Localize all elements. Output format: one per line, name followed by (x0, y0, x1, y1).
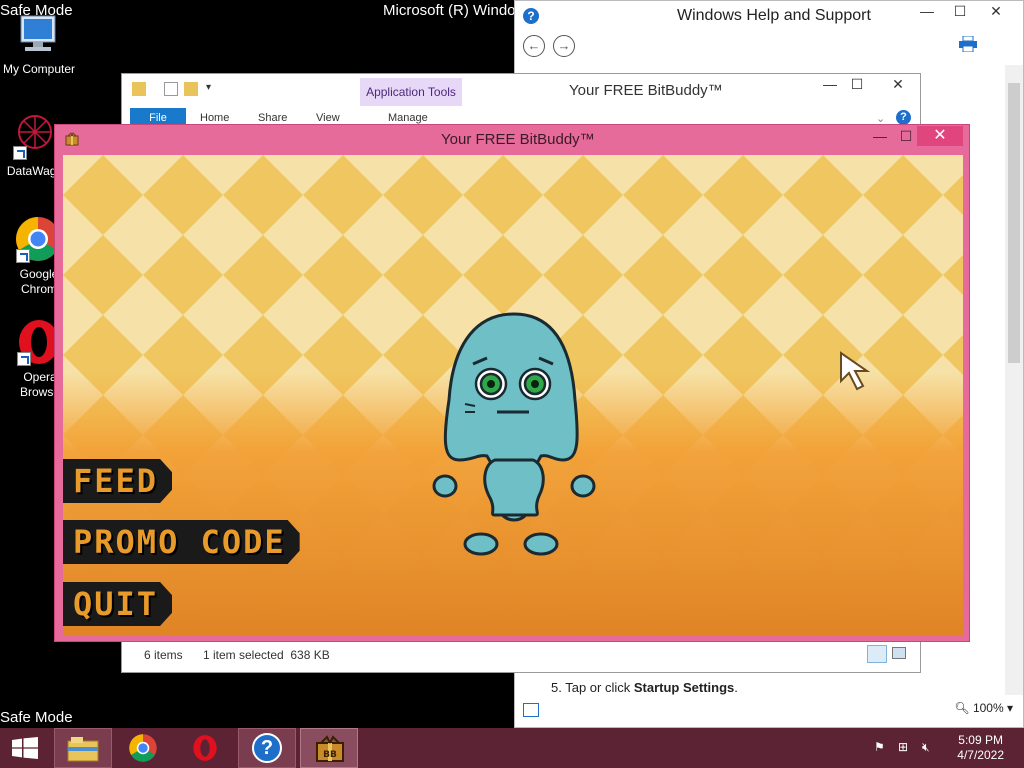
taskbar: ? BB ⚑ ⊞ 🔇︎ 5:09 PM 4/7/2022 (0, 728, 1024, 768)
volume-muted-icon[interactable]: 🔇︎ (922, 740, 936, 754)
shortcut-arrow-icon (17, 352, 31, 366)
details-view-icon[interactable] (867, 645, 887, 663)
svg-text:BB: BB (323, 750, 337, 760)
desktop-icon-label: Google Chrom (19, 267, 59, 296)
network-icon[interactable]: ⊞ (898, 740, 912, 754)
large-icons-view-icon[interactable] (892, 647, 906, 659)
taskbar-opera[interactable] (176, 728, 234, 768)
cursor-pointer-icon (840, 351, 871, 391)
tab-share[interactable]: Share (258, 112, 287, 124)
bitbuddy-character[interactable] (429, 310, 599, 562)
help-scrollbar[interactable] (1005, 65, 1023, 695)
game-canvas[interactable]: FEED PROMO CODE QUIT (63, 155, 963, 635)
new-folder-icon[interactable] (184, 82, 198, 96)
taskbar-bitbuddy[interactable]: BB (300, 728, 358, 768)
bitbuddy-window: Your FREE BitBuddy™ — ☐ ✕ FEED PROMO COD… (54, 124, 970, 642)
explorer-title: Your FREE BitBuddy™ (569, 82, 723, 99)
feed-button[interactable]: FEED (63, 459, 172, 503)
quit-button[interactable]: QUIT (63, 582, 172, 626)
close-button[interactable]: ✕ (917, 126, 963, 146)
maximize-button[interactable]: ☐ (945, 3, 975, 20)
tab-manage[interactable]: Manage (388, 112, 428, 124)
tab-view[interactable]: View (316, 112, 340, 124)
taskbar-file-explorer[interactable] (54, 728, 112, 768)
application-tools-label: Application Tools (360, 78, 462, 106)
shortcut-arrow-icon (16, 249, 30, 263)
maximize-button[interactable]: ☐ (842, 76, 872, 93)
windows-start-icon (12, 737, 38, 759)
computer-icon (15, 10, 63, 58)
browse-help-icon[interactable] (523, 703, 539, 717)
bitbuddy-title: Your FREE BitBuddy™ (441, 131, 595, 148)
step-suffix: . (734, 680, 738, 695)
taskbar-chrome[interactable] (114, 728, 172, 768)
minimize-button[interactable]: — (912, 3, 942, 19)
bitbuddy-titlebar: Your FREE BitBuddy™ — ☐ ✕ (55, 125, 969, 153)
desktop-icon-label: My Computer (2, 62, 76, 76)
datawagon-icon (11, 112, 59, 160)
os-version-label: Microsoft (R) Windo (383, 2, 516, 19)
zoom-control[interactable]: 🔍︎ 100% ▾ (954, 701, 1013, 715)
file-explorer-icon (67, 737, 99, 762)
safe-mode-label-bottom: Safe Mode (0, 709, 73, 726)
desktop: Safe Mode Microsoft (R) Windo My Compute… (0, 0, 1024, 728)
help-icon: ? (523, 8, 539, 24)
clock[interactable]: 5:09 PM 4/7/2022 (957, 733, 1004, 763)
promo-code-button[interactable]: PROMO CODE (63, 520, 300, 564)
bitbuddy-icon: BB (316, 735, 344, 762)
help-title: Windows Help and Support (677, 7, 871, 24)
clock-date: 4/7/2022 (957, 748, 1004, 762)
qat-dropdown-icon[interactable]: ▾ (206, 82, 216, 96)
step-prefix: 5. Tap or click (551, 680, 634, 695)
taskbar-help[interactable]: ? (238, 728, 296, 768)
help-step-text: 5. Tap or click Startup Settings. (551, 680, 738, 695)
folder-icon (132, 82, 146, 96)
start-button[interactable] (0, 728, 58, 768)
bitbuddy-app-icon (65, 132, 79, 146)
desktop-icon-my-computer[interactable]: My Computer (0, 10, 78, 77)
minimize-button[interactable]: — (815, 76, 845, 92)
chrome-icon (129, 734, 157, 762)
step-link-text: Startup Settings (633, 680, 735, 695)
opera-icon (193, 735, 217, 761)
clock-time: 5:09 PM (958, 733, 1003, 747)
action-center-flag-icon[interactable]: ⚑ (874, 740, 888, 754)
help-icon[interactable]: ? (896, 110, 911, 125)
ribbon-tabs: File Home Share View Manage ⌄ ? (122, 104, 920, 128)
back-arrow-icon[interactable]: ← (523, 35, 545, 57)
help-icon: ? (252, 733, 282, 763)
shortcut-arrow-icon (13, 146, 27, 160)
properties-icon[interactable] (164, 82, 178, 96)
close-button[interactable]: ✕ (981, 3, 1011, 20)
status-item-count: 6 items (144, 648, 183, 662)
status-selection: 1 item selected 638 KB (203, 648, 330, 662)
tab-home[interactable]: Home (200, 112, 229, 124)
forward-arrow-icon[interactable]: → (553, 35, 575, 57)
help-titlebar: ? Windows Help and Support — ☐ ✕ (515, 1, 1023, 31)
explorer-titlebar: ▾ Application Tools Your FREE BitBuddy™ … (122, 74, 920, 106)
close-button[interactable]: ✕ (876, 76, 920, 93)
zoom-level: 100% (972, 701, 1004, 715)
print-icon[interactable] (959, 36, 977, 52)
scrollbar-thumb[interactable] (1008, 83, 1020, 363)
